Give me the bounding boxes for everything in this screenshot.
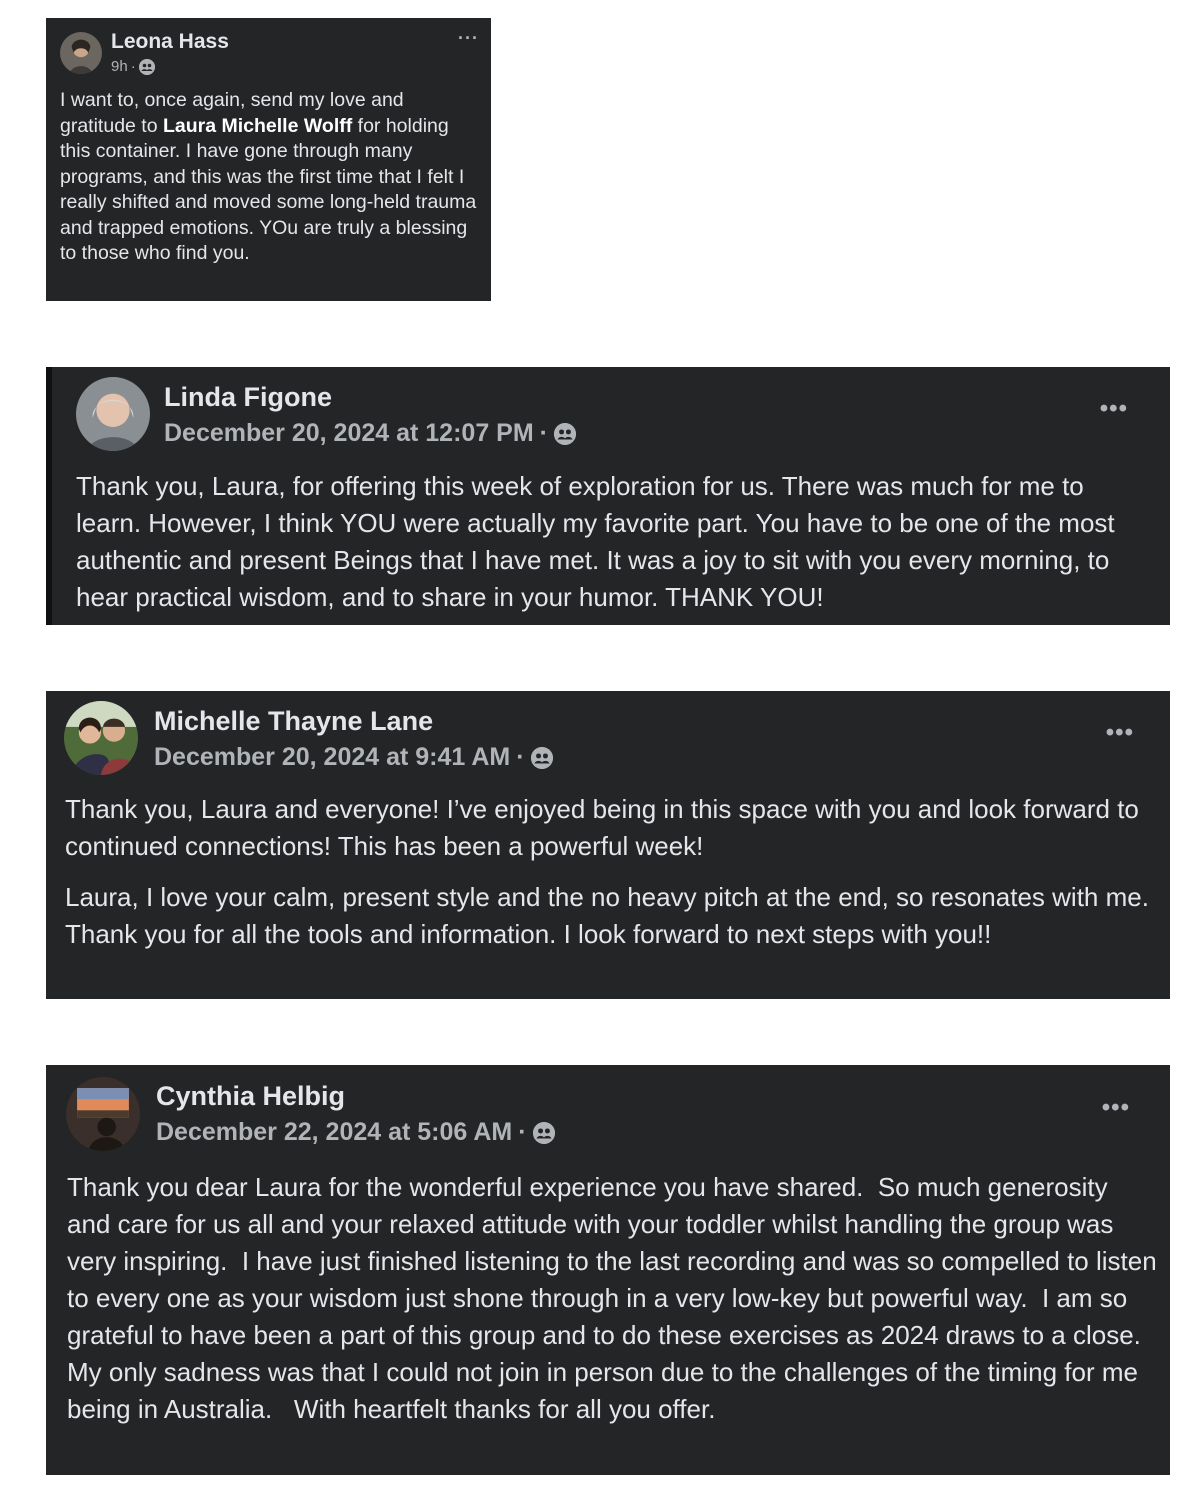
meta-separator: · [516, 743, 525, 771]
more-options-icon[interactable]: ••• [1100, 395, 1128, 423]
post-author[interactable]: Michelle Thayne Lane [154, 706, 433, 737]
more-options-icon[interactable]: ••• [1102, 1094, 1130, 1122]
avatar[interactable] [60, 32, 102, 74]
mention-link[interactable]: Laura Michelle Wolff [163, 115, 352, 137]
post-body: Thank you, Laura, for offering this week… [76, 468, 1156, 616]
post-author[interactable]: Leona Hass [111, 30, 229, 54]
post-card: Michelle Thayne Lane December 20, 2024 a… [46, 691, 1170, 999]
post-time[interactable]: December 20, 2024 at 12:07 PM [164, 419, 534, 448]
post-paragraph: Thank you dear Laura for the wonderful e… [67, 1172, 1164, 1424]
post-author[interactable]: Cynthia Helbig [156, 1081, 345, 1112]
avatar[interactable] [66, 1077, 140, 1151]
post-paragraph: Laura, I love your calm, present style a… [65, 882, 1149, 949]
post-body: Thank you dear Laura for the wonderful e… [67, 1169, 1157, 1428]
meta-separator: · [539, 419, 548, 447]
avatar[interactable] [76, 377, 150, 451]
post-author[interactable]: Linda Figone [164, 382, 332, 413]
post-time[interactable]: December 20, 2024 at 9:41 AM [154, 743, 510, 772]
post-body: Thank you, Laura and everyone! I’ve enjo… [65, 791, 1155, 953]
more-options-icon[interactable]: ··· [458, 28, 479, 49]
group-privacy-icon [554, 422, 576, 445]
post-meta: 9h · [111, 58, 155, 75]
post-card: Cynthia Helbig December 22, 2024 at 5:06… [46, 1065, 1170, 1475]
post-card: Leona Hass 9h · ··· I want to, once agai… [46, 18, 491, 301]
post-paragraph: Thank you, Laura, for offering this week… [76, 471, 1115, 612]
post-card: Linda Figone December 20, 2024 at 12:07 … [46, 367, 1170, 625]
post-time[interactable]: 9h [111, 58, 128, 75]
meta-separator: · [130, 58, 136, 75]
meta-separator: · [518, 1118, 527, 1146]
post-meta: December 20, 2024 at 12:07 PM · [164, 419, 576, 448]
post-body: I want to, once again, send my love and … [60, 88, 480, 267]
group-privacy-icon [530, 746, 553, 769]
group-privacy-icon [138, 58, 155, 75]
post-paragraph: Thank you, Laura and everyone! I’ve enjo… [65, 794, 1139, 861]
post-time[interactable]: December 22, 2024 at 5:06 AM [156, 1118, 512, 1147]
group-privacy-icon [532, 1121, 555, 1144]
more-options-icon[interactable]: ••• [1106, 719, 1134, 747]
avatar[interactable] [64, 701, 138, 775]
post-meta: December 20, 2024 at 9:41 AM · [154, 743, 553, 772]
post-meta: December 22, 2024 at 5:06 AM · [156, 1118, 555, 1147]
